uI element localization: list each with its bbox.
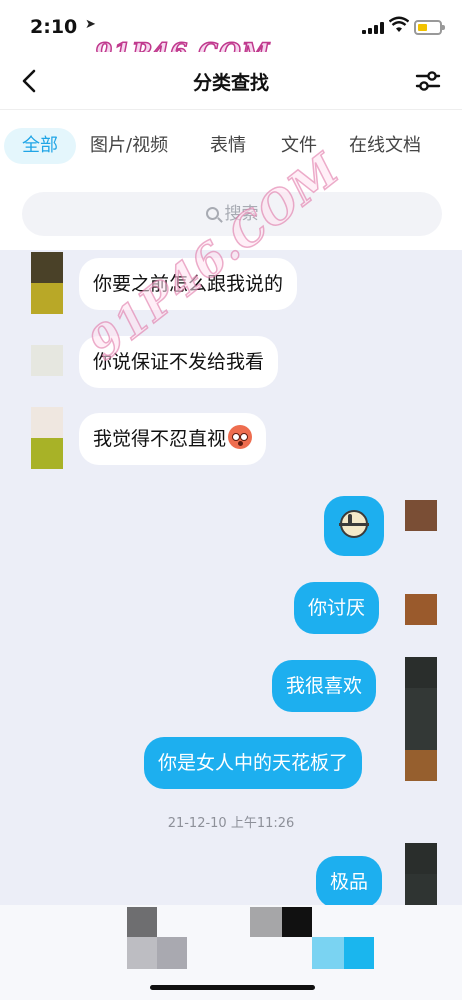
message-text: 我觉得不忍直视 [93, 428, 227, 450]
avatar[interactable] [405, 719, 437, 781]
signal-icon [362, 22, 384, 34]
avatar[interactable] [31, 407, 63, 469]
blurred-block [157, 937, 187, 969]
tab-stickers[interactable]: 表情 [210, 128, 246, 164]
wifi-icon [389, 16, 409, 32]
avatar[interactable] [405, 594, 437, 625]
avatar[interactable] [31, 252, 63, 314]
flushed-face-icon [228, 425, 253, 449]
sticker-bubble[interactable] [324, 496, 384, 556]
blurred-block [282, 907, 312, 937]
blurred-block [127, 937, 157, 969]
sticker-icon [339, 510, 369, 538]
avatar[interactable] [405, 500, 437, 531]
status-time: 2:10 [30, 16, 78, 38]
blurred-block [312, 937, 344, 969]
message-bubble[interactable]: 你是女人中的天花板了 [144, 737, 363, 789]
nav-bar: 分类查找 [0, 52, 462, 110]
message-bubble[interactable]: 极品 [316, 856, 383, 908]
message-bubble[interactable]: 我觉得不忍直视 [79, 413, 267, 465]
tab-images-videos[interactable]: 图片/视频 [90, 128, 168, 164]
avatar[interactable] [405, 843, 437, 905]
message-bubble[interactable]: 我很喜欢 [272, 660, 377, 712]
sliders-icon[interactable] [412, 66, 444, 96]
blurred-block [250, 907, 282, 937]
message-timestamp: 21-12-10 上午11:26 [167, 816, 295, 831]
avatar[interactable] [405, 657, 437, 719]
search-icon [205, 207, 219, 220]
blurred-block [344, 937, 374, 969]
tab-all[interactable]: 全部 [4, 128, 76, 164]
page-title: 分类查找 [192, 72, 269, 94]
battery-icon [414, 20, 445, 35]
avatar[interactable] [31, 345, 63, 376]
location-arrow-icon: ➤ [85, 17, 96, 32]
category-tabs: 全部 图片/视频 表情 文件 在线文档 [0, 110, 462, 180]
home-indicator[interactable] [150, 985, 315, 990]
tab-online-docs[interactable]: 在线文档 [349, 128, 421, 164]
message-bubble[interactable]: 你讨厌 [294, 582, 380, 634]
blurred-block [127, 907, 157, 937]
